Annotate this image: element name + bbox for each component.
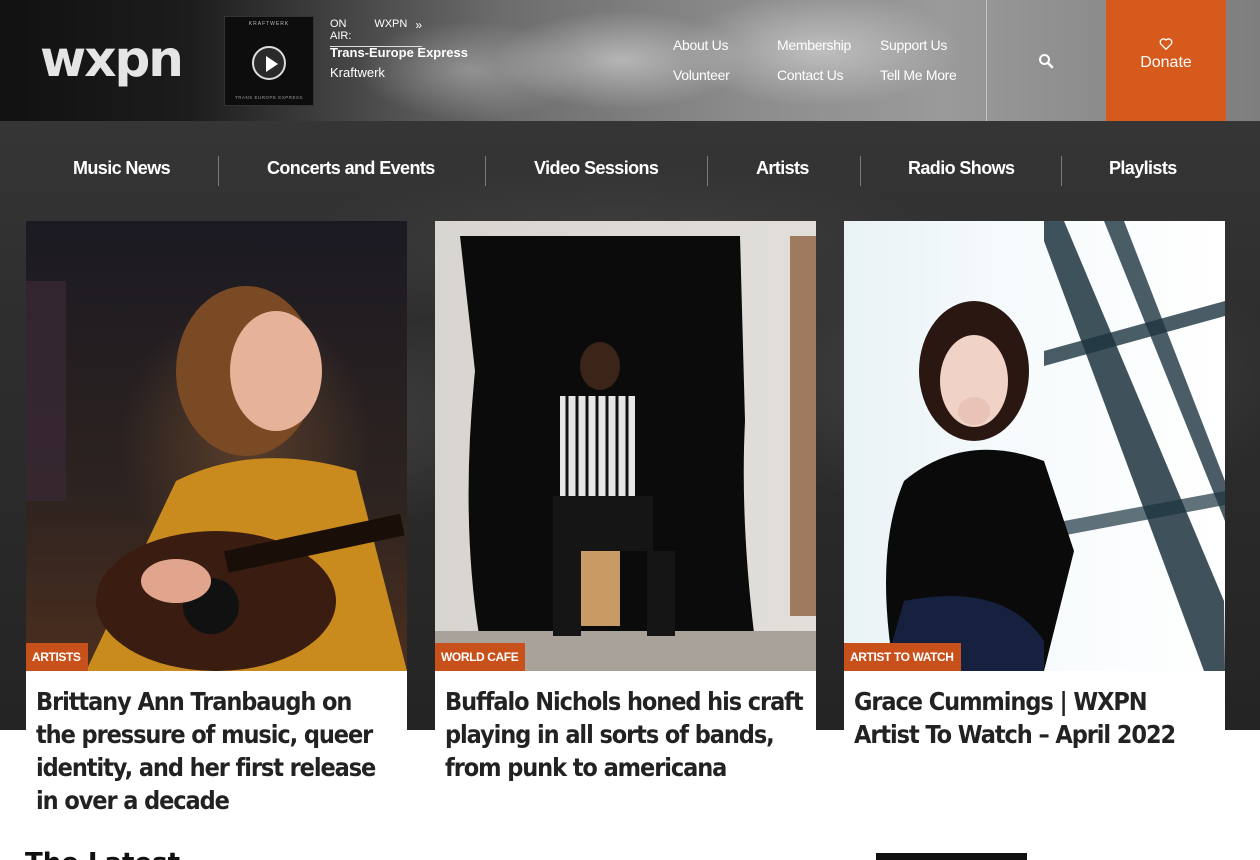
util-link-tell-me-more[interactable]: Tell Me More — [880, 67, 980, 83]
nav-separator — [218, 156, 219, 186]
heart-icon — [1159, 38, 1173, 50]
util-link-support-us[interactable]: Support Us — [880, 37, 980, 53]
on-air-indicator[interactable]: ON AIR: WXPN » — [330, 18, 422, 47]
now-playing-album-art[interactable]: KRAFTWERK TRANS EUROPE EXPRESS — [224, 16, 314, 106]
wxpn-logo[interactable]: wxpn — [40, 30, 184, 88]
play-icon[interactable] — [252, 46, 286, 80]
util-link-contact-us[interactable]: Contact Us — [777, 67, 880, 83]
album-top-text: KRAFTWERK — [248, 21, 290, 27]
search-icon[interactable] — [1038, 53, 1054, 69]
card-text: Buffalo Nichols honed his craft playing … — [435, 671, 816, 831]
util-link-about-us[interactable]: About Us — [673, 37, 777, 53]
now-playing-track[interactable]: Trans-Europe Express — [330, 45, 468, 60]
card-tag[interactable]: ARTIST TO WATCH — [844, 643, 961, 671]
card-tag[interactable]: WORLD CAFE — [435, 643, 526, 671]
feature-card[interactable]: ARTISTS Brittany Ann Tranbaugh on the pr… — [26, 221, 407, 831]
card-text: Brittany Ann Tranbaugh on the pressure o… — [26, 671, 407, 831]
musician-photo — [435, 236, 816, 671]
section-heading: The Latest — [25, 848, 180, 860]
nav-separator — [485, 156, 486, 186]
card-title[interactable]: Grace Cummings | WXPN Artist To Watch – … — [854, 685, 1214, 751]
double-chevron-right-icon: » — [415, 18, 422, 32]
station-name: WXPN — [374, 18, 408, 30]
main-nav: Music News Concerts and Events Video Ses… — [0, 121, 1260, 221]
site-header: wxpn KRAFTWERK TRANS EUROPE EXPRESS ON A… — [0, 0, 1260, 121]
portrait-photo — [884, 221, 1225, 671]
donate-label: Donate — [1140, 54, 1192, 71]
utility-links: About Us Membership Support Us Volunteer… — [673, 37, 980, 83]
nav-separator — [860, 156, 861, 186]
feature-card[interactable]: ARTIST TO WATCH Grace Cummings | WXPN Ar… — [844, 221, 1225, 831]
nav-item-artists[interactable]: Artists — [756, 158, 809, 179]
header-divider — [986, 0, 987, 121]
album-bottom-text: TRANS EUROPE EXPRESS — [234, 95, 303, 100]
card-image[interactable]: ARTISTS — [26, 221, 407, 671]
nav-separator — [707, 156, 708, 186]
feature-card[interactable]: WORLD CAFE Buffalo Nichols honed his cra… — [435, 221, 816, 831]
section-bar — [876, 853, 1027, 860]
nav-item-playlists[interactable]: Playlists — [1109, 158, 1177, 179]
nav-item-music-news[interactable]: Music News — [73, 158, 171, 179]
card-image[interactable]: ARTIST TO WATCH — [844, 221, 1225, 671]
donate-button[interactable]: Donate — [1106, 0, 1226, 121]
util-link-membership[interactable]: Membership — [777, 37, 880, 53]
nav-item-video-sessions[interactable]: Video Sessions — [534, 158, 659, 179]
util-link-volunteer[interactable]: Volunteer — [673, 67, 777, 83]
card-tag[interactable]: ARTISTS — [26, 643, 88, 671]
on-air-label: ON AIR: — [330, 18, 352, 42]
nav-item-radio-shows[interactable]: Radio Shows — [908, 158, 1015, 179]
card-title[interactable]: Brittany Ann Tranbaugh on the pressure o… — [36, 685, 396, 817]
card-image[interactable]: WORLD CAFE — [435, 221, 816, 671]
nav-separator — [1061, 156, 1062, 186]
nav-item-concerts-and-events[interactable]: Concerts and Events — [267, 158, 435, 179]
guitarist-photo — [26, 281, 407, 671]
card-title[interactable]: Buffalo Nichols honed his craft playing … — [445, 685, 805, 784]
card-text: Grace Cummings | WXPN Artist To Watch – … — [844, 671, 1225, 831]
now-playing-artist[interactable]: Kraftwerk — [330, 65, 385, 80]
